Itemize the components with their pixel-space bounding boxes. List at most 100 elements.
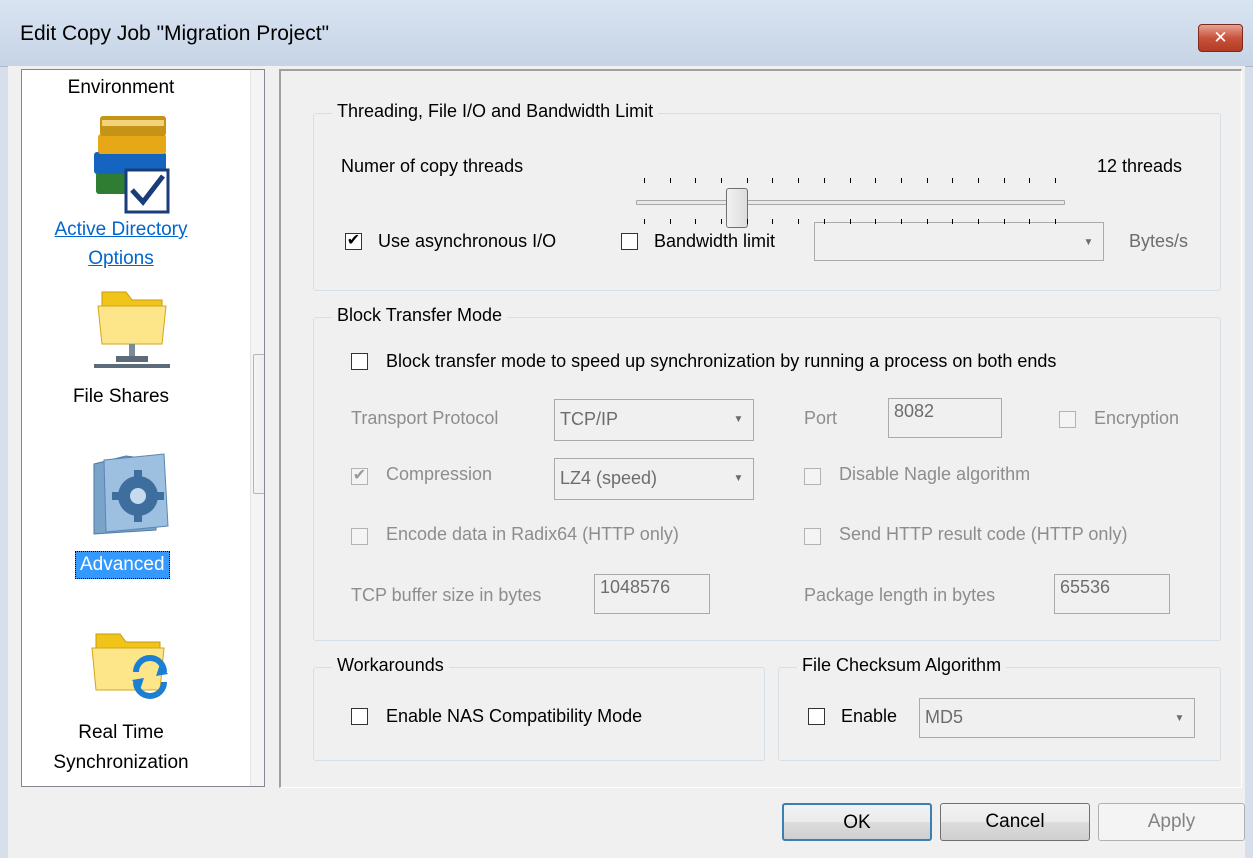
slider-tick <box>901 219 902 224</box>
block-transfer-checkbox[interactable] <box>351 353 368 370</box>
http-result-label: Send HTTP result code (HTTP only) <box>839 524 1128 544</box>
slider-tick <box>875 178 876 183</box>
books-check-icon <box>94 116 170 214</box>
sync-folder-icon <box>91 633 168 699</box>
compression-combo[interactable]: LZ4 (speed) ▼ <box>554 458 754 500</box>
encryption-label: Encryption <box>1094 408 1180 428</box>
bandwidth-limit-checkbox[interactable] <box>621 233 638 250</box>
sidebar: Environment Active Directory Options Fil… <box>21 69 265 787</box>
sidebar-item-environment[interactable]: Environment <box>26 73 216 102</box>
sidebar-item-active-directory[interactable]: Active Directory Options <box>26 215 216 273</box>
ok-button[interactable]: OK <box>782 803 932 841</box>
slider-tick <box>747 219 748 224</box>
radix64-checkbox[interactable] <box>351 528 368 545</box>
slider-tick <box>1029 178 1030 183</box>
checksum-group: File Checksum Algorithm Enable MD5 ▼ <box>778 655 1221 761</box>
block-transfer-group: Block Transfer Mode Block transfer mode … <box>313 305 1221 641</box>
slider-tick <box>772 219 773 224</box>
sidebar-item-real-time-sync[interactable]: Real Time Synchronization <box>26 718 216 778</box>
slider-tick <box>721 219 722 224</box>
threads-slider-thumb[interactable] <box>726 188 748 228</box>
sidebar-scrollbar[interactable]: ▲ ▼ <box>250 70 264 786</box>
gear-folder-icon <box>93 453 169 535</box>
slider-tick <box>952 178 953 183</box>
encryption-checkbox[interactable] <box>1059 411 1076 428</box>
slider-tick <box>798 178 799 183</box>
checksum-enable-checkbox[interactable] <box>808 708 825 725</box>
block-transfer-legend: Block Transfer Mode <box>332 305 508 326</box>
cancel-button[interactable]: Cancel <box>940 803 1090 841</box>
bandwidth-limit-label: Bandwidth limit <box>654 231 776 251</box>
threads-slider-track[interactable] <box>636 200 1065 205</box>
chevron-down-icon[interactable]: ▼ <box>725 460 752 498</box>
http-result-checkbox[interactable] <box>804 528 821 545</box>
async-io-checkbox[interactable]: ✔ <box>345 233 362 250</box>
transport-protocol-label: Transport Protocol <box>351 408 499 428</box>
threads-label: Numer of copy threads <box>341 156 524 176</box>
slider-tick <box>952 219 953 224</box>
nagle-label: Disable Nagle algorithm <box>839 464 1031 484</box>
slider-tick <box>747 178 748 183</box>
nas-compat-label: Enable NAS Compatibility Mode <box>386 706 643 726</box>
threading-legend: Threading, File I/O and Bandwidth Limit <box>332 101 659 122</box>
slider-tick <box>772 178 773 183</box>
slider-tick <box>1055 178 1056 183</box>
slider-tick <box>1055 219 1056 224</box>
slider-tick <box>850 178 851 183</box>
settings-panel: Threading, File I/O and Bandwidth Limit … <box>279 69 1242 788</box>
threading-group: Threading, File I/O and Bandwidth Limit … <box>313 101 1221 291</box>
tcp-buffer-label: TCP buffer size in bytes <box>351 585 542 605</box>
radix64-label: Encode data in Radix64 (HTTP only) <box>386 524 679 544</box>
checksum-algorithm-value: MD5 <box>925 707 964 727</box>
port-input[interactable]: 8082 <box>888 398 1002 438</box>
slider-tick <box>824 219 825 224</box>
slider-tick <box>721 178 722 183</box>
slider-tick <box>644 178 645 183</box>
slider-tick <box>670 219 671 224</box>
slider-tick <box>978 178 979 183</box>
compression-checkbox[interactable]: ✔ <box>351 468 368 485</box>
transport-protocol-combo[interactable]: TCP/IP ▼ <box>554 399 754 441</box>
slider-tick <box>695 178 696 183</box>
workarounds-legend: Workarounds <box>332 655 449 676</box>
dialog-window: Edit Copy Job "Migration Project" ✕ Envi… <box>0 0 1253 858</box>
compression-label: Compression <box>386 464 493 484</box>
scroll-up-arrow-icon[interactable]: ▲ <box>251 78 264 110</box>
slider-tick <box>824 178 825 183</box>
threads-value: 12 threads <box>1097 156 1183 176</box>
slider-tick <box>1004 178 1005 183</box>
checksum-enable-label: Enable <box>841 706 898 726</box>
slider-tick <box>850 219 851 224</box>
slider-tick <box>978 219 979 224</box>
bandwidth-unit: Bytes/s <box>1129 231 1189 251</box>
checksum-algorithm-combo[interactable]: MD5 ▼ <box>919 698 1195 738</box>
slider-tick <box>644 219 645 224</box>
nas-compat-checkbox[interactable] <box>351 708 368 725</box>
network-folder-icon <box>94 291 170 368</box>
apply-button[interactable]: Apply <box>1098 803 1245 841</box>
package-length-input[interactable]: 65536 <box>1054 574 1170 614</box>
sidebar-item-advanced[interactable]: Advanced <box>75 551 170 579</box>
slider-tick <box>927 178 928 183</box>
slider-tick <box>695 219 696 224</box>
slider-tick <box>1029 219 1030 224</box>
workarounds-group: Workarounds Enable NAS Compatibility Mod… <box>313 655 765 761</box>
chevron-down-icon[interactable]: ▼ <box>725 401 752 439</box>
checksum-legend: File Checksum Algorithm <box>797 655 1007 676</box>
compression-value: LZ4 (speed) <box>560 468 658 488</box>
package-length-label: Package length in bytes <box>804 585 996 605</box>
scroll-thumb[interactable] <box>253 354 264 494</box>
slider-tick <box>901 178 902 183</box>
scroll-down-arrow-icon[interactable]: ▼ <box>251 748 264 780</box>
chevron-down-icon[interactable]: ▼ <box>1166 700 1193 736</box>
block-transfer-label: Block transfer mode to speed up synchron… <box>386 351 1057 371</box>
slider-tick <box>1004 219 1005 224</box>
tcp-buffer-input[interactable]: 1048576 <box>594 574 710 614</box>
port-label: Port <box>804 408 838 428</box>
sidebar-item-file-shares[interactable]: File Shares <box>26 382 216 411</box>
title-bar: Edit Copy Job "Migration Project" ✕ <box>0 0 1253 67</box>
nagle-checkbox[interactable] <box>804 468 821 485</box>
chevron-down-icon[interactable]: ▼ <box>1075 224 1102 259</box>
close-button[interactable]: ✕ <box>1198 24 1243 52</box>
bandwidth-limit-combo[interactable]: ▼ <box>814 222 1104 261</box>
